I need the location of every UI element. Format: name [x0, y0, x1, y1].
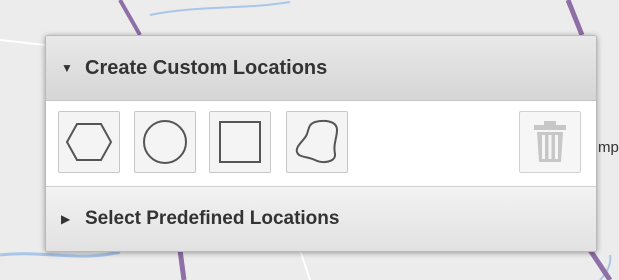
draw-rectangle-button[interactable]: [209, 111, 271, 173]
caret-down-icon: ▼: [61, 61, 73, 75]
select-predefined-locations-title: Select Predefined Locations: [85, 208, 340, 229]
draw-polygon-button[interactable]: [58, 111, 120, 173]
draw-circle-button[interactable]: [134, 111, 196, 173]
select-predefined-locations-header[interactable]: ▶ Select Predefined Locations: [46, 186, 596, 251]
square-icon: [219, 121, 261, 163]
delete-shape-button[interactable]: [519, 111, 581, 173]
hexagon-icon: [65, 123, 113, 161]
create-custom-locations-title: Create Custom Locations: [85, 56, 328, 79]
trash-icon: [534, 121, 566, 162]
circle-icon: [143, 120, 187, 164]
draw-freehand-button[interactable]: [286, 111, 348, 173]
create-custom-locations-header[interactable]: ▼ Create Custom Locations: [46, 36, 596, 101]
caret-right-icon: ▶: [61, 212, 71, 226]
location-panel: ▼ Create Custom Locations ▶ Select Prede…: [45, 35, 597, 252]
map-place-label: mp: [598, 139, 619, 156]
freeform-shape-icon: [295, 120, 339, 163]
